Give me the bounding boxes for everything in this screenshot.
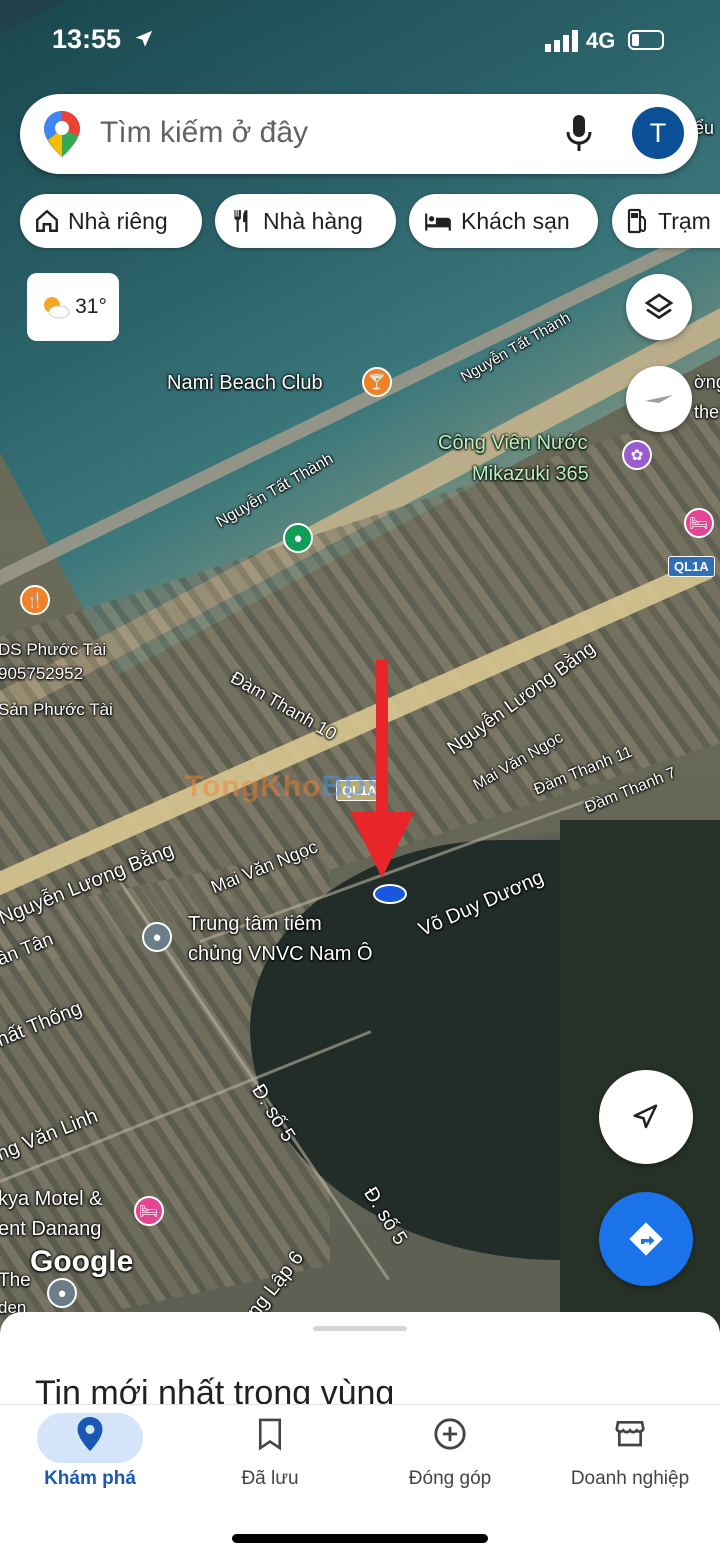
battery-level: [632, 34, 639, 46]
chip-home[interactable]: Nhà riêng: [20, 194, 202, 248]
label-vnvc[interactable]: Trung tâm tiêm: [188, 913, 322, 936]
place-pin-icon[interactable]: ●: [47, 1278, 77, 1308]
directions-icon: [629, 1222, 663, 1256]
route-shield: QL1A: [668, 556, 715, 577]
battery-icon: [628, 30, 664, 50]
chip-gas-station[interactable]: Trạm: [612, 194, 720, 248]
chip-gas-station-label: Trạm: [658, 207, 711, 234]
red-arrow-head: [350, 812, 414, 878]
weather-badge[interactable]: 31°: [27, 273, 119, 341]
nav-explore-label: Khám phá: [44, 1468, 136, 1489]
home-indicator: [232, 1534, 488, 1543]
status-bar: 13:55 4G: [0, 0, 720, 82]
search-bar[interactable]: Tìm kiếm ở đây T: [20, 94, 698, 174]
nav-saved-label: Đã lưu: [241, 1468, 299, 1489]
bar-icon[interactable]: 🍸: [362, 367, 392, 397]
label-vnvc[interactable]: chủng VNVC Nam Ô: [188, 943, 373, 966]
label-edge: the: [694, 402, 720, 422]
label-nami-beach-club[interactable]: Nami Beach Club: [167, 372, 323, 395]
add-circle-icon: [434, 1418, 466, 1450]
partly-cloudy-icon: [44, 297, 70, 319]
chip-home-label: Nhà riêng: [68, 207, 168, 234]
weather-temp: 31°: [75, 295, 107, 318]
place-pin-icon[interactable]: ●: [142, 922, 172, 952]
sheet-handle[interactable]: [313, 1326, 407, 1331]
network-label: 4G: [586, 28, 616, 53]
google-maps-pin-icon: [44, 111, 80, 157]
chip-hotel[interactable]: Khách sạn: [409, 194, 598, 248]
location-marker[interactable]: [373, 884, 407, 904]
nav-business-label: Doanh nghiệp: [570, 1468, 690, 1489]
storefront-icon: [615, 1421, 645, 1447]
bottom-sheet[interactable]: Tin mới nhất trong vùng: [0, 1312, 720, 1412]
label-park[interactable]: Mikazuki 365: [472, 463, 589, 486]
directions-button[interactable]: [599, 1192, 693, 1286]
location-pin-icon: [77, 1417, 103, 1451]
label-business: DS Phước Tài: [0, 640, 107, 659]
bookmark-icon: [258, 1418, 282, 1451]
label-phone: 905752952: [0, 664, 84, 683]
restaurant-icon[interactable]: 🍴: [20, 585, 50, 615]
microphone-icon[interactable]: [565, 115, 593, 153]
location-arrow-icon: [135, 30, 152, 47]
layers-icon: [644, 293, 674, 320]
layers-button[interactable]: [626, 274, 692, 340]
red-arrow: [376, 660, 388, 820]
status-time-text: 13:55: [52, 24, 122, 54]
label-hotel[interactable]: ent Danang: [0, 1218, 101, 1241]
hotel-icon[interactable]: 🛏: [134, 1196, 164, 1226]
chip-hotel-label: Khách sạn: [461, 207, 570, 234]
compass-button[interactable]: [626, 366, 692, 432]
hotel-icon[interactable]: 🛏: [684, 508, 714, 538]
chip-restaurant-label: Nhà hàng: [263, 207, 363, 234]
label-hotel[interactable]: kya Motel &: [0, 1188, 102, 1211]
place-pin-icon[interactable]: ●: [283, 523, 313, 553]
my-location-button[interactable]: [599, 1070, 693, 1164]
label-place: The: [0, 1270, 31, 1291]
attraction-icon[interactable]: ✿: [622, 440, 652, 470]
fork-knife-icon: [234, 210, 248, 232]
label-park[interactable]: Công Viên Nước: [438, 432, 588, 455]
google-logo: Google: [30, 1245, 134, 1278]
home-icon: [36, 209, 58, 232]
bed-icon: [425, 213, 451, 231]
label-edge: ờng: [694, 372, 720, 392]
nav-contribute-label: Đóng góp: [408, 1468, 492, 1489]
status-time: 13:55: [52, 24, 155, 55]
navigation-arrow-icon: [633, 1104, 658, 1129]
signal-icon: [545, 30, 578, 52]
avatar[interactable]: T: [632, 107, 684, 159]
watermark: TongKhoBDS: [185, 770, 388, 804]
label-business: Sản Phước Tài: [0, 700, 113, 719]
watermark-part1: TongKho: [185, 770, 322, 803]
search-input[interactable]: Tìm kiếm ở đây: [100, 116, 308, 150]
gas-station-icon: [627, 208, 646, 234]
chip-restaurant[interactable]: Nhà hàng: [215, 194, 396, 248]
compass-icon: [645, 395, 673, 403]
